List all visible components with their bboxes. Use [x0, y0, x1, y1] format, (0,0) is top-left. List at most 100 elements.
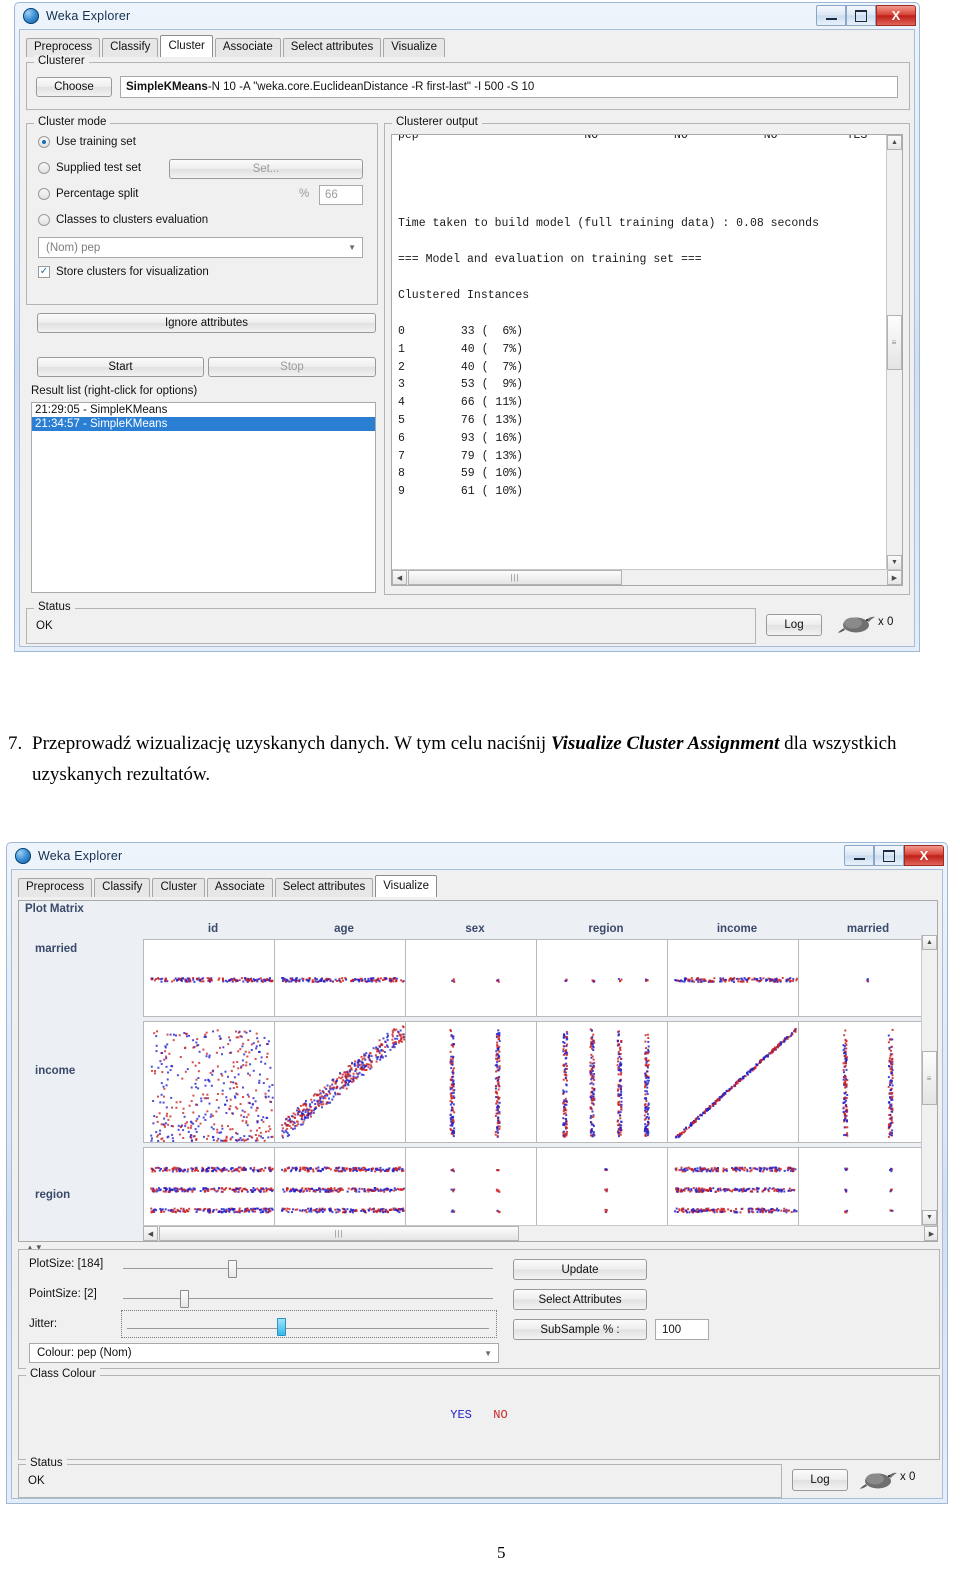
plotsize-slider-knob[interactable]	[228, 1260, 237, 1278]
radio-use-training-set[interactable]: Use training set	[38, 136, 136, 148]
jitter-slider-focus-ring	[121, 1310, 497, 1338]
cluster-id: 7	[398, 449, 405, 463]
scatter-cell-income-sex[interactable]	[405, 1021, 541, 1143]
tab-visualize[interactable]: Visualize	[375, 875, 438, 897]
cluster-percent: ( 13%)	[481, 449, 524, 463]
plot-matrix-horizontal-scrollbar[interactable]: ◀ ||| ▶	[143, 1225, 937, 1241]
scroll-right-arrow-icon[interactable]: ▶	[887, 570, 902, 585]
scatter-cell-region-sex[interactable]	[405, 1147, 541, 1229]
clusterer-scheme-field[interactable]: SimpleKMeans -N 10 -A "weka.core.Euclide…	[120, 76, 898, 98]
set-button[interactable]: Set...	[169, 159, 363, 179]
list-item[interactable]: 21:29:05 - SimpleKMeans	[32, 403, 375, 417]
update-button[interactable]: Update	[513, 1259, 647, 1280]
scatter-cell-region-married[interactable]	[798, 1147, 934, 1229]
output-vertical-scrollbar[interactable]: ▲ ≡ ▼	[886, 135, 902, 570]
jitter-slider-knob[interactable]	[277, 1318, 286, 1336]
radio-supplied-test-set[interactable]: Supplied test set	[38, 162, 141, 174]
clusterer-output-group-label: Clusterer output	[392, 116, 482, 128]
output-horizontal-scrollbar[interactable]: ◀ ||| ▶	[392, 569, 902, 585]
tab-visualize[interactable]: Visualize	[383, 38, 446, 57]
scatter-cell-income-married[interactable]	[798, 1021, 934, 1143]
maximize-button[interactable]	[874, 845, 904, 866]
cluster-count: 76	[460, 413, 475, 427]
legend-item-no[interactable]: NO	[493, 1408, 507, 1422]
tab-select-attributes[interactable]: Select attributes	[282, 38, 382, 57]
scatter-cell-region-region[interactable]	[536, 1147, 672, 1229]
select-attributes-button[interactable]: Select Attributes	[513, 1289, 647, 1310]
choose-button[interactable]: Choose	[36, 77, 112, 97]
cluster-percent: ( 10%)	[481, 485, 524, 499]
radio-percentage-split[interactable]: Percentage split	[38, 188, 138, 200]
scatter-cell-married-income[interactable]	[667, 939, 803, 1017]
scroll-up-arrow-icon[interactable]: ▲	[922, 935, 937, 950]
log-button[interactable]: Log	[766, 614, 822, 636]
tab-classify[interactable]: Classify	[94, 878, 151, 897]
scheme-options: -N 10 -A "weka.core.EuclideanDistance -R…	[207, 81, 535, 93]
plot-matrix-vertical-scrollbar[interactable]: ▲ ≡ ▼	[921, 935, 937, 1225]
tab-classify[interactable]: Classify	[102, 38, 159, 57]
status-text: OK	[28, 1475, 45, 1487]
scatter-cell-married-sex[interactable]	[405, 939, 541, 1017]
log-button[interactable]: Log	[792, 1469, 848, 1491]
plot-matrix-area[interactable]: Plot Matrix id age sex region income mar…	[18, 900, 938, 1242]
scatter-cell-married-region[interactable]	[536, 939, 672, 1017]
scatter-cell-married-id[interactable]	[143, 939, 279, 1017]
scroll-down-arrow-icon[interactable]: ▼	[922, 1210, 937, 1225]
pointsize-slider-knob[interactable]	[180, 1290, 189, 1308]
scroll-down-arrow-icon[interactable]: ▼	[887, 555, 902, 570]
plot-matrix-col-sex: sex	[465, 923, 485, 935]
subsample-button[interactable]: SubSample % :	[513, 1319, 647, 1340]
start-button[interactable]: Start	[37, 357, 204, 377]
tab-cluster[interactable]: Cluster	[160, 35, 213, 57]
jitter-slider-track[interactable]	[127, 1328, 489, 1329]
scroll-thumb-horizontal[interactable]: |||	[408, 570, 622, 585]
scroll-thumb-vertical[interactable]: ≡	[887, 315, 902, 370]
pointsize-slider-track[interactable]	[123, 1298, 493, 1299]
scroll-thumb-vertical[interactable]: ≡	[922, 1051, 937, 1105]
tab-associate[interactable]: Associate	[206, 878, 273, 897]
ignore-attributes-button[interactable]: Ignore attributes	[37, 313, 376, 333]
status-group-label: Status	[34, 601, 75, 613]
scroll-up-arrow-icon[interactable]: ▲	[887, 135, 902, 150]
scatter-cell-income-age[interactable]	[274, 1021, 410, 1143]
scatter-cell-region-age[interactable]	[274, 1147, 410, 1229]
plotsize-slider-track[interactable]	[123, 1268, 493, 1269]
store-clusters-checkbox[interactable]: ✓ Store clusters for visualization	[38, 266, 209, 278]
status-text: OK	[36, 620, 53, 632]
tab-preprocess[interactable]: Preprocess	[18, 878, 93, 897]
titlebar-visualize: Weka Explorer X	[7, 843, 947, 869]
cluster-percent: ( 10%)	[481, 467, 524, 481]
close-button[interactable]: X	[904, 845, 944, 866]
tab-cluster[interactable]: Cluster	[152, 878, 205, 897]
plot-matrix-col-region: region	[588, 923, 624, 935]
legend-item-yes[interactable]: YES	[450, 1408, 472, 1422]
minimize-button[interactable]	[816, 5, 846, 26]
percentage-split-input[interactable]: 66	[319, 185, 363, 205]
class-attribute-combo[interactable]: (Nom) pep ▼	[38, 237, 363, 258]
cluster-id: 3	[398, 378, 405, 392]
result-list[interactable]: 21:29:05 - SimpleKMeans 21:34:57 - Simpl…	[31, 402, 376, 593]
clusterer-output-textarea[interactable]: pep NO NO NO YES Time taken to build mod…	[391, 134, 903, 586]
tab-associate[interactable]: Associate	[214, 38, 281, 57]
scatter-cell-income-id[interactable]	[143, 1021, 279, 1143]
scatter-cell-region-id[interactable]	[143, 1147, 279, 1229]
scatter-cell-region-income[interactable]	[667, 1147, 803, 1229]
radio-classes-to-clusters[interactable]: Classes to clusters evaluation	[38, 214, 208, 226]
list-item[interactable]: 21:34:57 - SimpleKMeans	[32, 417, 375, 431]
scatter-cell-married-married[interactable]	[798, 939, 934, 1017]
maximize-button[interactable]	[846, 5, 876, 26]
tab-select-attributes[interactable]: Select attributes	[274, 878, 374, 897]
scroll-left-arrow-icon[interactable]: ◀	[143, 1226, 158, 1241]
minimize-button[interactable]	[844, 845, 874, 866]
scroll-left-arrow-icon[interactable]: ◀	[392, 570, 407, 585]
scatter-cell-income-income[interactable]	[667, 1021, 803, 1143]
subsample-percent-input[interactable]: 100	[655, 1319, 709, 1340]
scatter-cell-income-region[interactable]	[536, 1021, 672, 1143]
colour-attribute-combo[interactable]: Colour: pep (Nom) ▼	[29, 1343, 499, 1363]
plot-matrix-row-married: married	[35, 943, 78, 955]
scatter-cell-married-age[interactable]	[274, 939, 410, 1017]
stop-button[interactable]: Stop	[208, 357, 376, 377]
scroll-right-arrow-icon[interactable]: ▶	[924, 1226, 937, 1241]
close-button[interactable]: X	[876, 5, 916, 26]
scroll-thumb-horizontal[interactable]: |||	[159, 1226, 519, 1241]
